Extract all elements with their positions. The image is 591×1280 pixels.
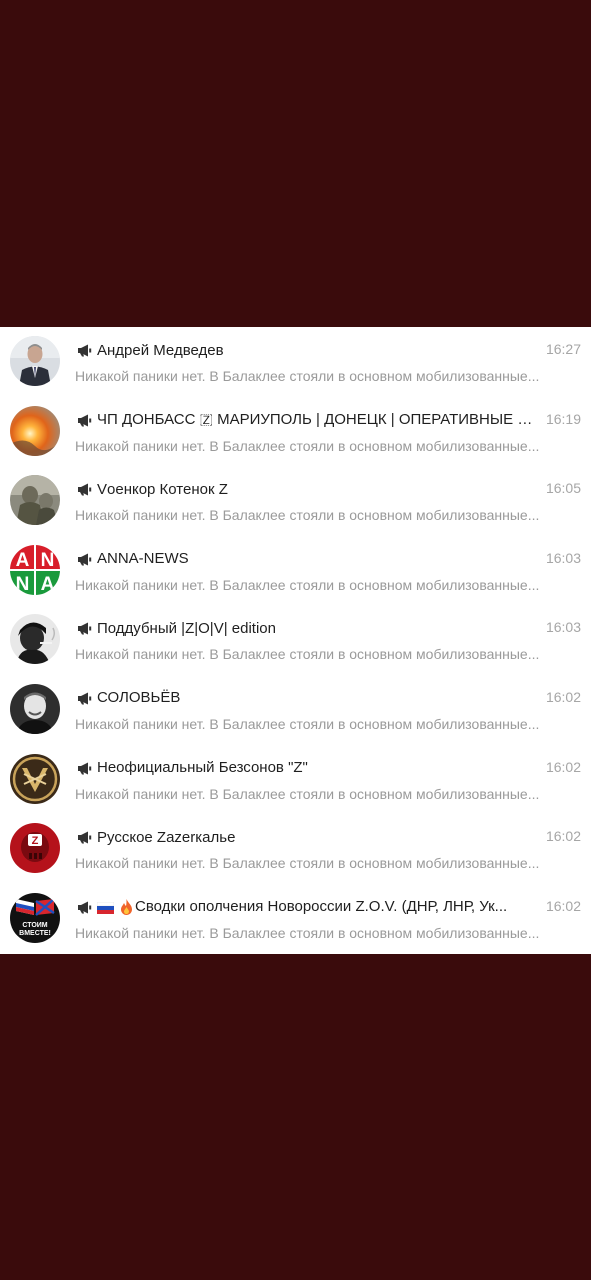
channel-megaphone-icon: [77, 483, 92, 496]
channel-megaphone-icon: [77, 622, 92, 635]
chat-title: Андрей Медведев: [97, 341, 224, 359]
man-portrait-avatar: [10, 683, 60, 734]
chat-preview: Никакой паники нет. В Балаклее стояли в …: [75, 437, 540, 454]
chat-title: СОЛОВЬЁВ: [97, 689, 181, 707]
chat-preview: Никакой паники нет. В Балаклее стояли в …: [75, 646, 540, 663]
chat-row[interactable]: СТОИМ ВМЕСТЕ! Сводки ополчения Новоросси…: [0, 884, 591, 954]
person-smoking-avatar: [10, 614, 60, 665]
russian-flag-icon: [97, 901, 115, 914]
chat-preview: Никакой паники нет. В Балаклее стояли в …: [75, 507, 540, 524]
chat-preview: Никакой паники нет. В Балаклее стояли в …: [75, 855, 540, 872]
logo-text: СТОИМ: [22, 922, 47, 929]
chat-preview: Никакой паники нет. В Балаклее стояли в …: [75, 576, 540, 593]
chat-row[interactable]: Vоенкор Котенок Z 16:05 Никакой паники н…: [0, 466, 591, 536]
logo-letter: N: [16, 574, 30, 595]
chat-time: 16:19: [545, 410, 581, 427]
chat-row[interactable]: СОЛОВЬЁВ 16:02 Никакой паники нет. В Бал…: [0, 675, 591, 745]
channel-megaphone-icon: [77, 901, 92, 914]
channel-megaphone-icon: [77, 414, 92, 427]
chat-time: 16:27: [545, 341, 581, 357]
chat-time: 16:05: [545, 480, 581, 497]
logo-letter: N: [41, 550, 55, 571]
channel-megaphone-icon: [77, 762, 92, 775]
channel-megaphone-icon: [77, 692, 92, 705]
logo-text: ВМЕСТЕ!: [19, 930, 51, 937]
chat-title: Неофициальный Безсонов "Z": [97, 759, 308, 777]
chat-time: 16:02: [545, 828, 581, 845]
chat-preview: Никакой паники нет. В Балаклее стояли в …: [75, 368, 540, 384]
chat-row[interactable]: ЧП ДОНБАСС 🇿 МАРИУПОЛЬ | ДОНЕЦК | ОПЕРАТ…: [0, 397, 591, 467]
channel-megaphone-icon: [77, 831, 92, 844]
chat-row[interactable]: Неофициальный Безсонов "Z" 16:02 Никакой…: [0, 745, 591, 815]
logo-letter: A: [41, 574, 55, 595]
chat-title: Русское Zazerкалье: [97, 828, 236, 846]
soldier-avatar: [10, 475, 60, 526]
gold-emblem-avatar: [10, 753, 60, 804]
chat-time: 16:02: [545, 758, 581, 775]
person-suit-avatar: [10, 336, 60, 386]
chat-time: 16:03: [545, 549, 581, 566]
chat-title: ЧП ДОНБАСС 🇿 МАРИУПОЛЬ | ДОНЕЦК | ОПЕРАТ…: [97, 411, 537, 429]
chat-row[interactable]: Поддубный |Z|O|V| edition 16:03 Никакой …: [0, 605, 591, 675]
logo-letter: Z: [32, 835, 39, 847]
channel-megaphone-icon: [77, 344, 92, 357]
anna-news-logo-avatar: A N N A: [10, 544, 60, 595]
logo-letter: A: [16, 550, 30, 571]
chat-title: ANNA-NEWS: [97, 550, 189, 568]
chat-list: Андрей Медведев 16:27 Никакой паники нет…: [0, 327, 591, 954]
chat-title: Поддубный |Z|O|V| edition: [97, 619, 276, 637]
red-skull-avatar: Z: [10, 823, 60, 874]
chat-row[interactable]: Z Русское Zazerкалье 16:02 Никакой паник…: [0, 814, 591, 884]
flags-avatar: СТОИМ ВМЕСТЕ!: [10, 892, 60, 943]
chat-preview: Никакой паники нет. В Балаклее стояли в …: [75, 715, 540, 732]
chat-title: Vоенкор Котенок Z: [97, 480, 228, 498]
chat-row[interactable]: Андрей Медведев 16:27 Никакой паники нет…: [0, 327, 591, 397]
chat-time: 16:02: [545, 897, 581, 914]
chat-title: Сводки ополчения Новороссии Z.O.V. (ДНР,…: [135, 898, 508, 916]
chat-time: 16:03: [545, 619, 581, 636]
fire-icon: [120, 898, 133, 915]
chat-preview: Никакой паники нет. В Балаклее стояли в …: [75, 924, 540, 941]
chat-preview: Никакой паники нет. В Балаклее стояли в …: [75, 785, 540, 802]
chat-time: 16:02: [545, 688, 581, 705]
chat-row[interactable]: A N N A ANNA-NEWS 16:03 Никакой паники н…: [0, 536, 591, 606]
channel-megaphone-icon: [77, 553, 92, 566]
explosion-avatar: [10, 405, 60, 456]
